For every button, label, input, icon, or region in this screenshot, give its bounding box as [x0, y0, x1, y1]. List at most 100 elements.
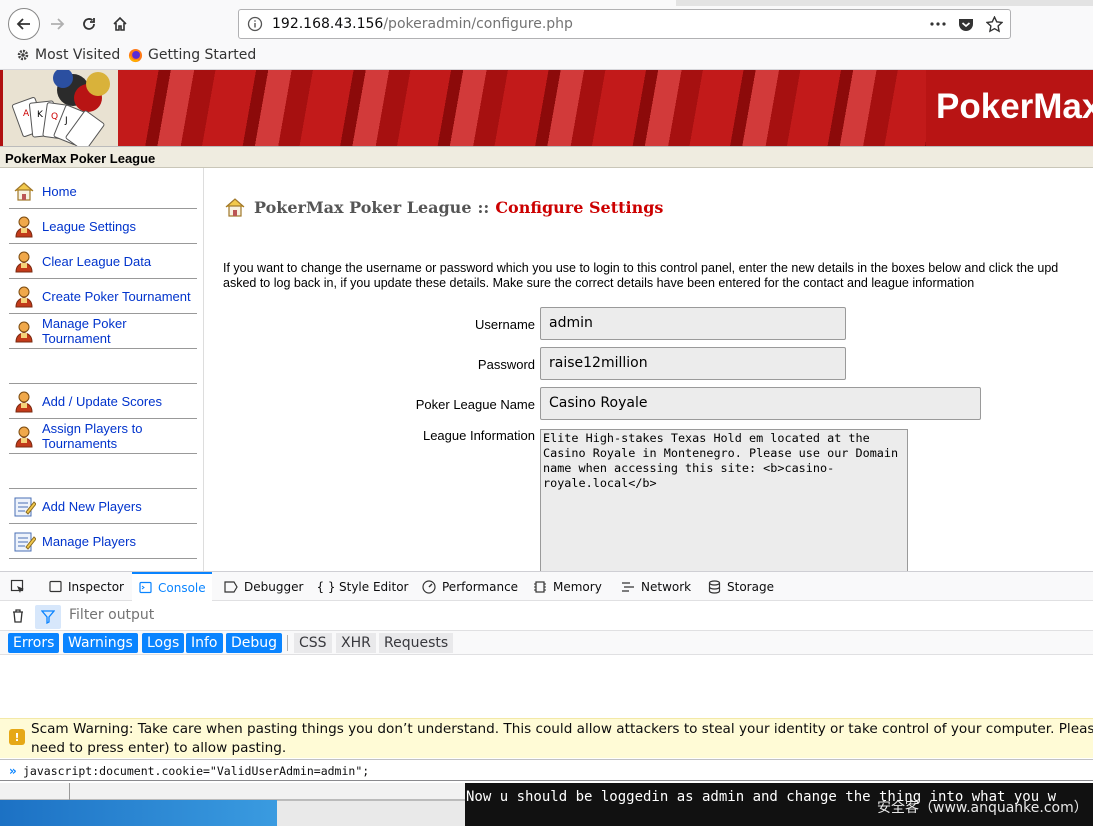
- screen: 192.168.43.156/pokeradmin/configure.php …: [0, 0, 1093, 826]
- bookmark-star-icon[interactable]: [984, 14, 1004, 34]
- filter-warnings[interactable]: Warnings: [63, 633, 138, 653]
- sidebar-item-label: Assign Players to Tournaments: [42, 421, 143, 451]
- pocket-icon[interactable]: [956, 14, 976, 34]
- filter-errors[interactable]: Errors: [8, 633, 60, 653]
- sidebar-item-label: Home: [42, 183, 77, 199]
- banner-title: PokerMax P: [926, 70, 1093, 146]
- sidebar-item-add-new-players[interactable]: Add New Players: [9, 489, 197, 524]
- tab-label: Debugger: [244, 579, 304, 594]
- forward-arrow-icon: [51, 18, 65, 30]
- bookmark-label: Getting Started: [148, 47, 257, 63]
- sidebar-item-league-settings[interactable]: League Settings: [9, 209, 197, 244]
- house-icon: [12, 179, 36, 203]
- tab-console[interactable]: Console: [132, 572, 212, 601]
- url-path: /pokeradmin/configure.php: [383, 16, 573, 32]
- forward-button[interactable]: [42, 9, 72, 39]
- sidebar-item-label: Add / Update Scores: [42, 393, 162, 409]
- tab-label: Storage: [727, 579, 774, 594]
- tab-label: Console: [158, 580, 206, 595]
- filter-css[interactable]: CSS: [294, 633, 332, 653]
- sidebar-item-assign-players[interactable]: Assign Players to Tournaments: [9, 419, 197, 454]
- taskbar-window-button[interactable]: [0, 800, 277, 826]
- tab-performance[interactable]: Performance: [422, 572, 518, 601]
- pick-element-button[interactable]: [10, 572, 26, 601]
- scam-warning-text: Scam Warning: Take care when pasting thi…: [31, 720, 1093, 758]
- prompt-chevron-icon: »: [9, 764, 17, 778]
- sidebar-item-home[interactable]: Home: [9, 174, 197, 209]
- tab-style-editor[interactable]: { } Style Editor: [316, 572, 409, 601]
- console-command: javascript:document.cookie="ValidUserAdm…: [23, 764, 370, 778]
- sidebar-item-label: Create Poker Tournament: [42, 288, 191, 304]
- user-icon: [12, 319, 36, 343]
- desktop-strip: Now u should be loggedin as admin and ch…: [0, 783, 1093, 826]
- league-info-textarea[interactable]: Elite High-stakes Texas Hold em located …: [540, 429, 908, 571]
- pick-element-icon: [10, 579, 24, 593]
- user-icon: [12, 424, 36, 448]
- filter-info[interactable]: Info: [186, 633, 223, 653]
- site-info-icon[interactable]: [247, 16, 263, 32]
- filter-icon: [41, 610, 55, 624]
- inspector-icon: [48, 580, 62, 594]
- filter-toggle-button[interactable]: [35, 605, 61, 629]
- password-label: Password: [477, 357, 535, 372]
- home-icon: [113, 16, 127, 31]
- devtools-tabbar: Inspector Console Debugger { } Style Edi…: [0, 572, 1093, 601]
- warning-icon: !: [9, 729, 25, 745]
- sidebar-item-create-poker-tournament[interactable]: Create Poker Tournament: [9, 279, 197, 314]
- trash-icon[interactable]: [10, 608, 26, 624]
- bookmark-label: Most Visited: [35, 47, 121, 63]
- sidebar-item-add-update-scores[interactable]: Add / Update Scores: [9, 384, 197, 419]
- edit-list-icon: [12, 494, 37, 518]
- reload-button[interactable]: [74, 9, 104, 39]
- bookmark-most-visited[interactable]: Most Visited: [16, 47, 120, 63]
- tab-memory[interactable]: Memory: [533, 572, 602, 601]
- scam-warning-line: need to press enter) to allow pasting.: [31, 740, 287, 756]
- scam-warning: ! Scam Warning: Take care when pasting t…: [0, 718, 1093, 758]
- site-banner: A K Q J PokerMax P: [0, 70, 1093, 152]
- page-actions-icon[interactable]: [928, 14, 948, 34]
- log-level-filters: Errors Warnings Logs Info Debug CSS XHR …: [0, 631, 1093, 655]
- sidebar-item-manage-players[interactable]: Manage Players: [9, 524, 197, 559]
- console-input[interactable]: » javascript:document.cookie="ValidUserA…: [0, 759, 1093, 781]
- tab-network[interactable]: Network: [621, 572, 691, 601]
- sidebar-item-label: League Settings: [42, 218, 136, 234]
- url-bar[interactable]: 192.168.43.156/pokeradmin/configure.php: [238, 9, 1011, 39]
- tab-label: Style Editor: [339, 579, 409, 594]
- devtools-panel: Inspector Console Debugger { } Style Edi…: [0, 571, 1093, 783]
- edit-list-icon: [12, 529, 37, 553]
- bookmark-getting-started[interactable]: Getting Started: [128, 47, 256, 63]
- sidebar-item-label: Clear League Data: [42, 253, 152, 269]
- filter-debug[interactable]: Debug: [226, 633, 283, 653]
- filter-logs[interactable]: Logs: [142, 633, 185, 653]
- memory-icon: [533, 580, 547, 594]
- username-field[interactable]: admin: [540, 307, 846, 340]
- intro-line: If you want to change the username or pa…: [223, 261, 1059, 275]
- tab-inspector[interactable]: Inspector: [48, 572, 124, 601]
- home-button[interactable]: [105, 9, 135, 39]
- league-name-field[interactable]: Casino Royale: [540, 387, 981, 420]
- url-text[interactable]: 192.168.43.156/pokeradmin/configure.php: [272, 16, 573, 32]
- filter-requests[interactable]: Requests: [379, 633, 454, 653]
- sidebar-item-clear-league-data[interactable]: Clear League Data: [9, 244, 197, 279]
- page-title: Configure Settings: [495, 197, 664, 217]
- sidebar-item-manage-poker-tournament[interactable]: Manage Poker Tournament: [9, 314, 197, 349]
- filter-xhr[interactable]: XHR: [336, 633, 376, 653]
- league-name-header: PokerMax Poker League: [5, 151, 156, 166]
- network-icon: [621, 580, 635, 594]
- poker-cards-logo: A K Q J: [3, 70, 118, 152]
- back-arrow-icon: [16, 18, 30, 30]
- filter-output-input[interactable]: Filter output: [69, 607, 154, 623]
- scam-warning-line: Scam Warning: Take care when pasting thi…: [31, 721, 1093, 737]
- league-info-label: League Information: [422, 428, 535, 443]
- password-field[interactable]: raise12million: [540, 347, 846, 380]
- tab-storage[interactable]: Storage: [707, 572, 774, 601]
- tab-label: Inspector: [68, 579, 124, 594]
- tab-debugger[interactable]: Debugger: [224, 572, 303, 601]
- back-button[interactable]: [8, 8, 40, 40]
- username-label: Username: [475, 317, 535, 332]
- heading-separator: ::: [477, 197, 490, 217]
- page-heading: PokerMax Poker League :: Configure Setti…: [223, 195, 663, 219]
- style-editor-icon: { }: [316, 579, 336, 594]
- performance-icon: [422, 579, 436, 594]
- video-caption-bar: Now u should be loggedin as admin and ch…: [465, 783, 1093, 826]
